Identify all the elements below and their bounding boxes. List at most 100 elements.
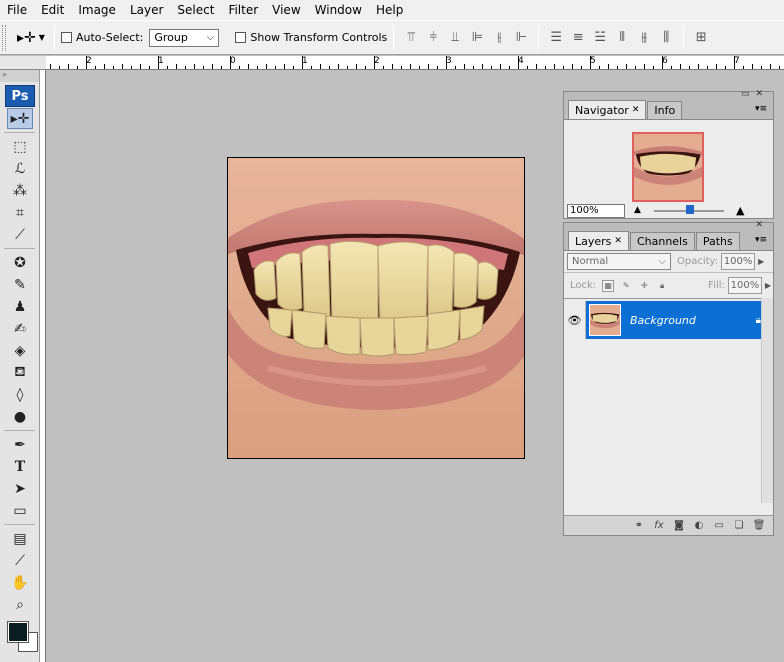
magic-wand-icon[interactable]: ⁂ [7, 180, 33, 201]
photoshop-logo[interactable]: Ps [5, 85, 35, 107]
auto-select-dropdown[interactable]: Group ⌵ [149, 28, 220, 47]
healing-brush-icon[interactable]: ✪ [7, 252, 33, 273]
eraser-icon[interactable]: ◈ [7, 340, 33, 361]
zoom-level-field[interactable]: 100% [567, 203, 625, 218]
notes-icon[interactable]: ▤ [7, 528, 33, 549]
clone-stamp-icon[interactable]: ♟ [7, 296, 33, 317]
navigator-preview[interactable] [632, 132, 704, 202]
horizontal-ruler[interactable]: 2 1 0 1 2 3 4 5 6 7 [46, 56, 784, 70]
distribute-left-icon[interactable]: ⫴ [611, 27, 633, 49]
menu-layer[interactable]: Layer [123, 0, 170, 20]
tab-channels[interactable]: Channels [629, 232, 695, 250]
lock-image-icon[interactable]: ✎ [620, 280, 632, 292]
dodge-icon[interactable]: ● [7, 406, 33, 427]
close-icon[interactable]: ✕ [614, 236, 622, 246]
zoom-slider-handle[interactable] [686, 205, 694, 214]
crop-icon[interactable]: ⌗ [7, 202, 33, 223]
chevron-right-icon[interactable]: ▶ [765, 281, 771, 290]
panel-menu-icon[interactable]: ▾≡ [755, 104, 767, 114]
menu-view[interactable]: View [265, 0, 307, 20]
layer-name[interactable]: Background [630, 314, 756, 327]
checkbox-box[interactable] [61, 32, 72, 43]
panel-window-buttons[interactable]: ▭✕ [741, 89, 769, 99]
auto-select-checkbox[interactable]: Auto-Select: [61, 31, 143, 44]
tab-info[interactable]: Info [647, 101, 683, 119]
eyedropper-icon[interactable]: ⟋ [7, 224, 33, 245]
layer-row[interactable]: 👁︎ Background 🔒︎ [564, 301, 773, 339]
distribute-vertical-centers-icon[interactable]: ≡ [567, 27, 589, 49]
ruler-tick [779, 66, 780, 69]
path-selection-icon[interactable]: ➤ [7, 478, 33, 499]
align-horizontal-centers-icon[interactable]: ⫲ [488, 27, 510, 49]
blend-mode-dropdown[interactable]: Normal ⌵ [567, 253, 671, 270]
link-layers-icon[interactable]: ⚭ [629, 518, 649, 534]
align-top-edges-icon[interactable]: ⫪ [400, 27, 422, 49]
lasso-icon[interactable]: ℒ [7, 158, 33, 179]
menu-file[interactable]: File [0, 0, 34, 20]
distribute-horizontal-centers-icon[interactable]: ⫵ [633, 27, 655, 49]
type-icon[interactable]: T [7, 456, 33, 477]
toolbox-grip[interactable]: » [0, 70, 39, 82]
ruler-origin[interactable] [0, 56, 46, 70]
foreground-color-swatch[interactable] [7, 621, 29, 643]
layers-tabs: Layers ✕ Channels Paths ▾≡ [564, 231, 773, 251]
tool-preset-picker[interactable]: ▸✛ ▼ [14, 25, 48, 51]
adjustment-layer-icon[interactable]: ◐ [689, 518, 709, 534]
lock-position-icon[interactable]: ✛ [638, 280, 650, 292]
panel-window-buttons[interactable]: ✕ [755, 220, 769, 230]
menu-image[interactable]: Image [71, 0, 123, 20]
pen-icon[interactable]: ✒ [7, 434, 33, 455]
align-vertical-centers-icon[interactable]: ⫩ [422, 27, 444, 49]
align-bottom-edges-icon[interactable]: ⫫ [444, 27, 466, 49]
blur-icon[interactable]: ◊ [7, 384, 33, 405]
document-canvas[interactable] [227, 157, 525, 459]
zoom-out-icon[interactable]: ▲ [634, 205, 641, 215]
tab-navigator[interactable]: Navigator ✕ [568, 100, 647, 119]
panel-titlebar[interactable]: ▭✕ [564, 89, 773, 100]
lock-all-icon[interactable]: 🔒︎ [656, 280, 668, 292]
menu-help[interactable]: Help [369, 0, 410, 20]
distribute-bottom-icon[interactable]: ☱ [589, 27, 611, 49]
ruler-tick [635, 66, 636, 69]
close-icon[interactable]: ✕ [632, 105, 640, 115]
align-left-edges-icon[interactable]: ⊫ [466, 27, 488, 49]
zoom-icon[interactable]: ⌕ [7, 594, 33, 615]
menu-window[interactable]: Window [308, 0, 369, 20]
checkbox-box[interactable] [235, 32, 247, 43]
rectangle-shape-icon[interactable]: ▭ [7, 500, 33, 521]
menu-select[interactable]: Select [170, 0, 221, 20]
distribute-right-icon[interactable]: ⫼ [655, 27, 677, 49]
history-brush-icon[interactable]: ✍ [7, 318, 33, 339]
new-group-icon[interactable]: ▭ [709, 518, 729, 534]
paint-bucket-icon[interactable]: ⛾ [7, 362, 33, 383]
tab-paths[interactable]: Paths [695, 232, 740, 250]
layer-background[interactable]: Background 🔒︎ [586, 301, 773, 339]
layers-scrollbar[interactable] [761, 298, 773, 503]
layer-style-icon[interactable]: fx [649, 518, 669, 534]
options-bar-grip[interactable] [2, 24, 6, 51]
color-sampler-icon[interactable]: ⟋ [7, 550, 33, 571]
auto-align-layers-icon[interactable]: ⊞ [690, 27, 712, 49]
brush-icon[interactable]: ✎ [7, 274, 33, 295]
tab-layers[interactable]: Layers ✕ [568, 231, 629, 250]
show-transform-controls-checkbox[interactable]: Show Transform Controls [235, 31, 387, 44]
menu-filter[interactable]: Filter [221, 0, 265, 20]
align-right-edges-icon[interactable]: ⊩ [510, 27, 532, 49]
menu-edit[interactable]: Edit [34, 0, 71, 20]
visibility-eye-icon[interactable]: 👁︎ [564, 301, 586, 339]
fill-field[interactable]: 100% [727, 277, 762, 294]
new-layer-icon[interactable]: ❏ [729, 518, 749, 534]
ruler-tick [365, 66, 366, 69]
move-tool-icon[interactable]: ▸✛ [7, 108, 33, 129]
panel-titlebar[interactable]: ✕ [564, 220, 773, 231]
chevron-right-icon[interactable]: ▶ [758, 257, 764, 266]
rectangular-marquee-icon[interactable]: ⬚ [7, 136, 33, 157]
panel-menu-icon[interactable]: ▾≡ [755, 235, 767, 245]
layer-mask-icon[interactable]: ◙ [669, 518, 689, 534]
hand-icon[interactable]: ✋ [7, 572, 33, 593]
distribute-top-icon[interactable]: ☰ [545, 27, 567, 49]
lock-transparent-icon[interactable]: ▦ [602, 279, 615, 292]
trash-icon[interactable]: 🗑︎ [749, 518, 769, 534]
opacity-field[interactable]: 100% [721, 253, 756, 270]
zoom-in-icon[interactable]: ▲ [736, 204, 744, 217]
